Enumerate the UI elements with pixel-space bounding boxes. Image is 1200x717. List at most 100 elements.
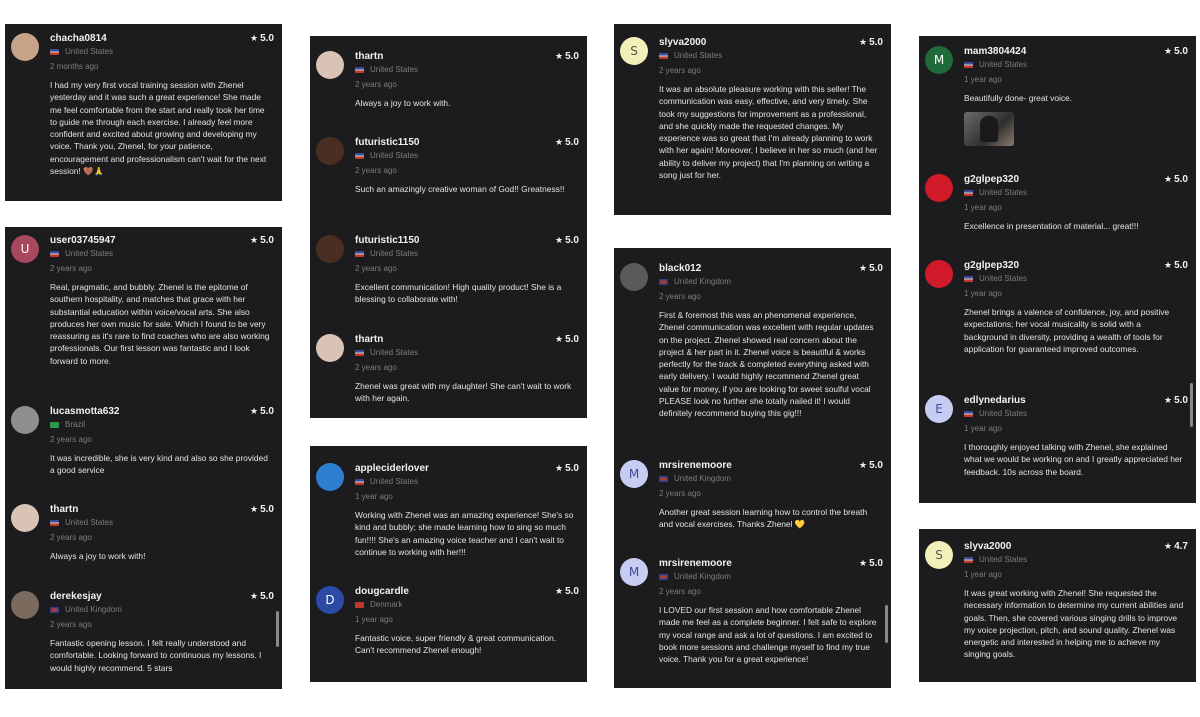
star-icon: ★ xyxy=(859,38,868,48)
reviewer-name[interactable]: thartn xyxy=(355,51,383,62)
flag-us-icon xyxy=(659,52,668,59)
flag-br-icon xyxy=(50,421,59,428)
user-avatar[interactable] xyxy=(11,406,39,434)
reviewer-country: United States xyxy=(964,188,1027,197)
review-date: 1 year ago xyxy=(355,615,393,624)
user-avatar[interactable]: D xyxy=(316,586,344,614)
reviewer-name[interactable]: thartn xyxy=(50,504,78,515)
scrollbar[interactable] xyxy=(1190,383,1193,427)
flag-gb-icon xyxy=(659,475,668,482)
flag-us-icon xyxy=(964,275,973,282)
user-avatar[interactable] xyxy=(316,235,344,263)
review-date: 1 year ago xyxy=(964,289,1002,298)
star-icon: ★ xyxy=(859,559,868,569)
star-icon: ★ xyxy=(1164,542,1173,552)
user-avatar[interactable]: E xyxy=(925,395,953,423)
review-text: Zhenel was great with my daughter! She c… xyxy=(355,381,572,404)
review-text: Excellence in presentation of material..… xyxy=(964,221,1139,231)
rating: ★ 5.0 xyxy=(1164,395,1188,406)
review-panel: chacha0814 ★ 5.0 United States 2 months a… xyxy=(5,24,282,201)
reviewer-name[interactable]: dougcardle xyxy=(355,586,409,597)
user-avatar[interactable] xyxy=(11,591,39,619)
review-panel: M mam3804424 ★ 5.0 United States 1 year a… xyxy=(919,36,1196,503)
reviewer-country: United States xyxy=(659,51,722,60)
reviewer-country: United Kingdom xyxy=(50,605,122,614)
flag-us-icon xyxy=(50,250,59,257)
reviewer-name[interactable]: lucasmotta632 xyxy=(50,406,119,417)
star-icon: ★ xyxy=(555,138,564,148)
review-date: 2 years ago xyxy=(355,166,397,175)
user-avatar[interactable] xyxy=(925,260,953,288)
user-avatar[interactable] xyxy=(316,137,344,165)
review-panel: thartn ★ 5.0 United States 2 years ago Al… xyxy=(310,36,587,418)
user-avatar[interactable]: M xyxy=(620,558,648,586)
review-item: E edlynedarius ★ 5.0 United States 1 year… xyxy=(919,395,1196,500)
user-avatar[interactable]: U xyxy=(11,235,39,263)
review-date: 2 months ago xyxy=(50,62,99,71)
rating: ★ 5.0 xyxy=(859,558,883,569)
reviewer-country: United States xyxy=(50,518,113,527)
review-date: 2 years ago xyxy=(659,587,701,596)
user-avatar[interactable]: M xyxy=(925,46,953,74)
flag-us-icon xyxy=(964,189,973,196)
review-item: thartn ★ 5.0 United States 2 years ago Zh… xyxy=(310,334,587,414)
user-avatar[interactable] xyxy=(11,33,39,61)
flag-us-icon xyxy=(50,48,59,55)
rating: ★ 5.0 xyxy=(859,460,883,471)
scrollbar[interactable] xyxy=(885,605,888,643)
star-icon: ★ xyxy=(555,52,564,62)
reviewer-name[interactable]: black012 xyxy=(659,263,701,274)
scrollbar[interactable] xyxy=(276,611,279,647)
reviewer-name[interactable]: appleciderlover xyxy=(355,463,429,474)
reviewer-name[interactable]: mrsirenemoore xyxy=(659,558,732,569)
reviewer-name[interactable]: derekesjay xyxy=(50,591,102,602)
review-item: U user03745947 ★ 5.0 United States 2 year… xyxy=(5,235,282,395)
reviewer-name[interactable]: edlynedarius xyxy=(964,395,1026,406)
flag-us-icon xyxy=(355,349,364,356)
reviewer-country: United States xyxy=(964,555,1027,564)
user-avatar[interactable] xyxy=(925,174,953,202)
user-avatar[interactable] xyxy=(316,334,344,362)
review-date: 2 years ago xyxy=(659,292,701,301)
reviewer-name[interactable]: g2glpep320 xyxy=(964,260,1019,271)
reviewer-name[interactable]: futuristic1150 xyxy=(355,235,419,246)
reviewer-country: United States xyxy=(355,249,418,258)
user-avatar[interactable]: S xyxy=(620,37,648,65)
review-attachment-thumbnail[interactable] xyxy=(964,112,1014,146)
reviewer-name[interactable]: chacha0814 xyxy=(50,33,107,44)
review-date: 2 years ago xyxy=(50,620,92,629)
rating: ★ 5.0 xyxy=(250,33,274,44)
rating: ★ 5.0 xyxy=(1164,260,1188,271)
reviewer-name[interactable]: mrsirenemoore xyxy=(659,460,732,471)
user-avatar[interactable] xyxy=(316,51,344,79)
star-icon: ★ xyxy=(250,407,259,417)
review-item: chacha0814 ★ 5.0 United States 2 months a… xyxy=(5,33,282,198)
user-avatar[interactable] xyxy=(316,463,344,491)
review-text: Fantastic opening lesson. I felt really … xyxy=(50,638,262,673)
star-icon: ★ xyxy=(250,34,259,44)
reviewer-name[interactable]: slyva2000 xyxy=(659,37,706,48)
flag-us-icon xyxy=(964,410,973,417)
reviewer-name[interactable]: g2glpep320 xyxy=(964,174,1019,185)
reviewer-name[interactable]: mam3804424 xyxy=(964,46,1026,57)
user-avatar[interactable]: M xyxy=(620,460,648,488)
reviewer-name[interactable]: futuristic1150 xyxy=(355,137,419,148)
flag-gb-icon xyxy=(659,573,668,580)
review-text: Another great session learning how to co… xyxy=(659,507,868,530)
review-panel: black012 ★ 5.0 United Kingdom 2 years ago… xyxy=(614,248,891,688)
review-text: I had my very first vocal training sessi… xyxy=(50,80,267,177)
reviewer-name[interactable]: user03745947 xyxy=(50,235,116,246)
reviewer-country: United States xyxy=(355,151,418,160)
user-avatar[interactable]: S xyxy=(925,541,953,569)
user-avatar[interactable] xyxy=(620,263,648,291)
reviewer-name[interactable]: slyva2000 xyxy=(964,541,1011,552)
rating: ★ 5.0 xyxy=(555,137,579,148)
review-date: 1 year ago xyxy=(964,203,1002,212)
star-icon: ★ xyxy=(1164,47,1173,57)
flag-gb-icon xyxy=(50,606,59,613)
reviewer-country: United Kingdom xyxy=(659,572,731,581)
reviewer-name[interactable]: thartn xyxy=(355,334,383,345)
user-avatar[interactable] xyxy=(11,504,39,532)
rating: ★ 5.0 xyxy=(555,586,579,597)
flag-us-icon xyxy=(50,519,59,526)
